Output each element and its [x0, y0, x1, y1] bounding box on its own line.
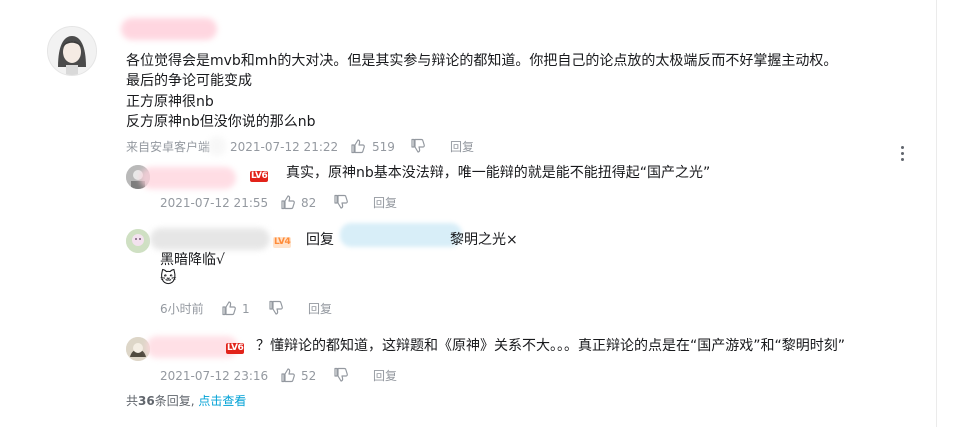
reply-text: ？懂辩论的都知道，这辩题和《原神》关系不大。。。真正辩论的点是在“国产游戏”和“…	[256, 338, 846, 354]
avatar[interactable]	[47, 26, 97, 76]
reply-text: 真实，原神nb基本没法辩，唯一能辩的就是能不能扭得起“国产之光”	[286, 165, 711, 181]
source-blurred	[208, 136, 226, 156]
thumbs-down-icon[interactable]	[268, 300, 284, 316]
thumbs-up-icon[interactable]	[280, 194, 296, 210]
level-badge: LV4	[273, 237, 292, 248]
mention-suffix: 黎明之光×	[450, 232, 518, 248]
timestamp: 6小时前	[160, 302, 204, 316]
comment-text-line-4: 反方原神nb但没你说的那么nb	[126, 114, 316, 130]
avatar[interactable]	[126, 229, 150, 253]
emoji-dog: 🐱	[160, 268, 177, 287]
thumbs-up-icon[interactable]	[221, 300, 237, 316]
reply-button[interactable]: 回复	[373, 368, 397, 384]
timestamp: 2021-07-12 21:22	[230, 140, 339, 154]
thumbs-down-icon[interactable]	[333, 194, 349, 210]
reply-count-suffix: 条回复,	[154, 394, 195, 408]
reply-button[interactable]: 回复	[373, 195, 397, 211]
like-count: 519	[372, 140, 395, 154]
username-blurred[interactable]	[150, 228, 270, 250]
thumbs-up-icon[interactable]	[280, 367, 296, 383]
more-vertical-icon[interactable]	[901, 146, 905, 164]
reply-button[interactable]: 回复	[450, 139, 474, 155]
reply-count-prefix: 共	[126, 394, 139, 408]
level-badge: LV6	[226, 343, 245, 354]
reply-count-summary: 共36条回复, 点击查看	[126, 393, 246, 409]
reply-prefix: 回复	[306, 232, 334, 248]
username-blurred[interactable]	[146, 336, 238, 358]
reply-text-line-2: 黑暗降临√	[160, 252, 225, 268]
level-badge: LV6	[250, 171, 269, 182]
like-count: 1	[242, 302, 250, 316]
comment-text-line-1: 各位觉得会是mvb和mh的大对决。但是其实参与辩论的都知道。你把自己的论点放的太…	[126, 53, 838, 69]
timestamp: 2021-07-12 21:55	[160, 196, 269, 210]
username-blurred[interactable]	[121, 18, 217, 40]
thumbs-up-icon[interactable]	[350, 138, 366, 154]
thumbs-down-icon[interactable]	[333, 367, 349, 383]
like-count: 82	[301, 196, 317, 210]
like-count: 52	[301, 369, 317, 383]
username-blurred[interactable]	[140, 167, 236, 189]
source-label: 来自安卓客户端	[126, 140, 211, 154]
comment-thread: 各位觉得会是mvb和mh的大对决。但是其实参与辩论的都知道。你把自己的论点放的太…	[0, 0, 955, 427]
reply-button[interactable]: 回复	[308, 301, 332, 317]
mention-blurred[interactable]	[340, 223, 462, 247]
scroll-divider	[936, 0, 937, 427]
thumbs-down-icon[interactable]	[410, 138, 426, 154]
comment-text-line-2: 最后的争论可能变成	[126, 73, 252, 89]
comment-text-line-3: 正方原神很nb	[126, 94, 214, 110]
timestamp: 2021-07-12 23:16	[160, 369, 269, 383]
reply-count: 36	[138, 394, 155, 408]
view-all-replies-link[interactable]: 点击查看	[198, 394, 246, 408]
